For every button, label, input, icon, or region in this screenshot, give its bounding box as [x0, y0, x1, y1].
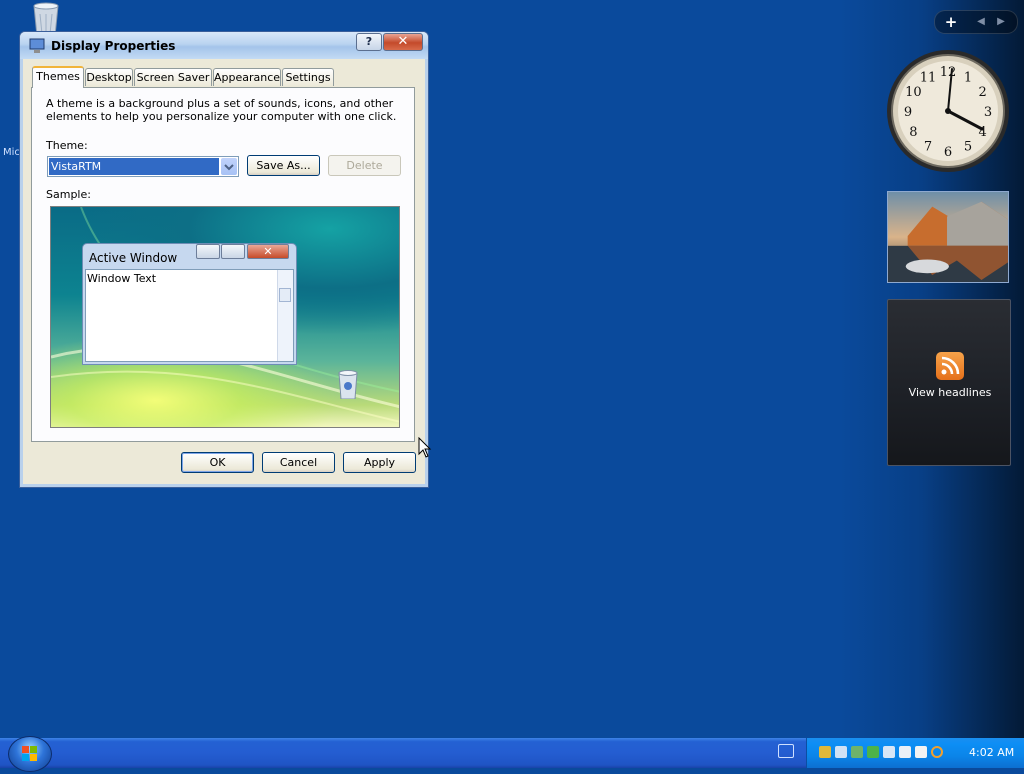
mouse-cursor-icon — [418, 437, 432, 458]
monitor-icon[interactable] — [883, 746, 895, 758]
clock-number: 2 — [978, 85, 986, 100]
theme-sample-preview: Active Window ✕ Window Text — [50, 206, 400, 428]
keyboard-icon[interactable] — [778, 744, 794, 758]
start-button[interactable] — [8, 736, 52, 772]
clock-number: 12 — [940, 65, 957, 80]
maximize-icon — [221, 244, 245, 259]
theme-selected-value: VistaRTM — [49, 158, 219, 175]
defender-icon[interactable] — [867, 746, 879, 758]
clock-number: 6 — [944, 145, 952, 160]
display-properties-icon — [29, 38, 45, 53]
clock-number: 7 — [924, 140, 932, 155]
clock-number: 3 — [984, 105, 992, 120]
sample-window-client: Window Text — [85, 269, 294, 362]
themes-panel: A theme is a background plus a set of so… — [31, 87, 415, 442]
sample-recycle-bin-icon — [338, 370, 358, 399]
system-tray: 4:02 AM — [806, 738, 1024, 768]
dialog-titlebar[interactable]: Display Properties ? ✕ — [20, 32, 428, 59]
chevron-down-icon[interactable] — [221, 158, 237, 175]
clock-number: 8 — [909, 125, 917, 140]
save-as-button[interactable]: Save As... — [247, 155, 320, 176]
close-button[interactable]: ✕ — [383, 33, 423, 51]
theme-description: A theme is a background plus a set of so… — [46, 97, 397, 123]
rss-icon — [936, 352, 964, 380]
clock-number: 1 — [964, 70, 972, 85]
tab-settings[interactable]: Settings — [282, 68, 334, 86]
network-icon[interactable] — [835, 746, 847, 758]
feed-headlines-gadget[interactable]: View headlines — [887, 299, 1011, 466]
tab-desktop[interactable]: Desktop — [85, 68, 133, 86]
theme-label: Theme: — [46, 139, 88, 152]
sample-scroll-thumb — [279, 288, 291, 302]
tab-themes[interactable]: Themes — [32, 66, 84, 88]
delete-button[interactable]: Delete — [328, 155, 401, 176]
tray-clock[interactable]: 4:02 AM — [969, 746, 1014, 759]
windows-logo-icon — [22, 746, 37, 761]
tl-icon[interactable] — [915, 746, 927, 758]
sample-close-icon: ✕ — [247, 244, 289, 259]
help-button[interactable]: ? — [356, 33, 382, 51]
apply-button[interactable]: Apply — [343, 452, 416, 473]
search-icon[interactable] — [931, 746, 943, 758]
cancel-button[interactable]: Cancel — [262, 452, 335, 473]
clock-gadget[interactable]: 12 1234567891011 — [886, 49, 1010, 173]
display-properties-dialog: Display Properties ? ✕ Themes Desktop Sc… — [19, 31, 429, 488]
display-icon[interactable] — [851, 746, 863, 758]
sample-scrollbar — [277, 270, 293, 361]
minimize-icon — [196, 244, 220, 259]
window-icon[interactable] — [899, 746, 911, 758]
view-headlines-label[interactable]: View headlines — [888, 386, 1012, 399]
clock-number: 9 — [904, 105, 912, 120]
dialog-title: Display Properties — [51, 39, 176, 53]
sample-label: Sample: — [46, 188, 91, 201]
next-gadget-page-button[interactable]: ▶ — [991, 14, 1011, 30]
previous-gadget-page-button[interactable]: ◀ — [971, 14, 991, 30]
add-gadget-button[interactable]: + — [939, 13, 963, 31]
sample-window-title: Active Window — [89, 251, 178, 265]
sidebar-controls: + ◀ ▶ — [934, 10, 1018, 34]
tab-screen-saver[interactable]: Screen Saver — [134, 68, 212, 86]
security-shield-icon[interactable] — [819, 746, 831, 758]
sample-window-text: Window Text — [87, 272, 157, 285]
clock-number: 10 — [905, 85, 922, 100]
clock-number: 5 — [964, 140, 972, 155]
sample-active-window: Active Window ✕ Window Text — [82, 243, 297, 365]
tab-appearance[interactable]: Appearance — [213, 68, 281, 86]
clock-number: 11 — [920, 70, 937, 85]
slideshow-gadget[interactable] — [887, 191, 1009, 283]
ok-button[interactable]: OK — [181, 452, 254, 473]
theme-dropdown[interactable]: VistaRTM — [47, 156, 239, 177]
sample-window-controls: ✕ — [196, 244, 292, 260]
